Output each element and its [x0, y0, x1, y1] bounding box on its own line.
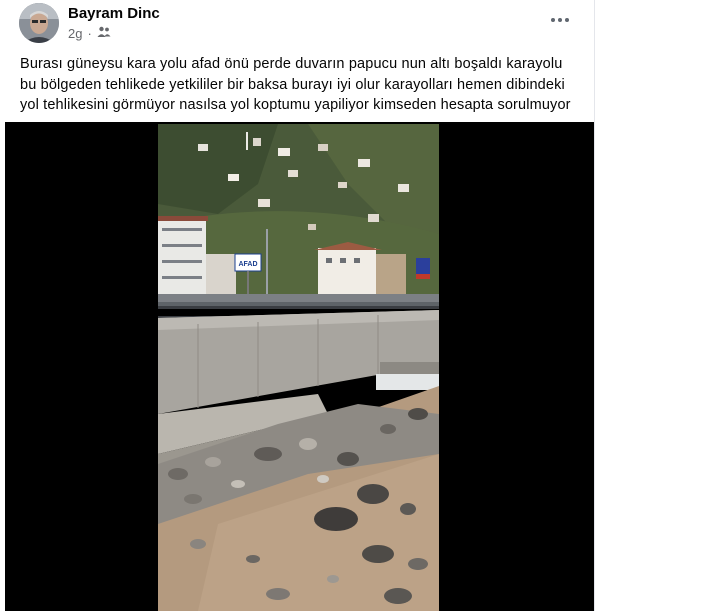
post-meta: 2g ·	[68, 26, 111, 41]
page-background	[595, 0, 702, 611]
afad-sign-text: AFAD	[238, 261, 257, 268]
more-options-icon[interactable]	[546, 8, 574, 32]
post-time[interactable]: 2g	[68, 26, 82, 41]
post-text-line: yol tehlikesini görmüyor nasılsa yol kop…	[20, 97, 571, 113]
post-text-line: bu bölgeden tehlikede yetkililer bir bak…	[20, 76, 565, 93]
video-frame[interactable]: AFAD	[158, 124, 439, 611]
post-text: Burası güneysu kara yolu afad önü perde …	[20, 54, 590, 116]
dot-separator: ·	[87, 26, 92, 41]
post-text-line: Burası güneysu kara yolu afad önü perde …	[20, 56, 563, 72]
post-header: Bayram Dinc 2g ·	[0, 0, 594, 48]
author-avatar[interactable]	[19, 3, 59, 43]
post-card: Bayram Dinc 2g · Burası güneysu kara yol	[0, 0, 595, 611]
video-player[interactable]: AFAD	[5, 122, 594, 611]
friends-icon	[97, 26, 111, 41]
author-name[interactable]: Bayram Dinc	[68, 5, 160, 22]
